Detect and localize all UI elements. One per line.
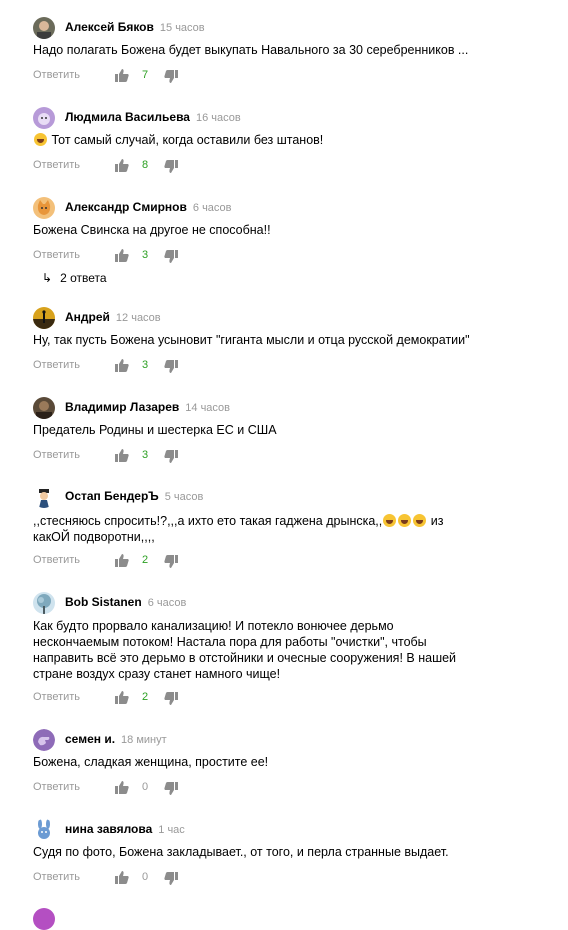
laughing-emoji-icon: [34, 133, 47, 146]
avatar[interactable]: [33, 397, 55, 419]
reply-button[interactable]: Ответить: [33, 871, 80, 883]
sunset-icon: [33, 307, 55, 329]
comment-actions: Ответить 0: [33, 780, 333, 796]
reply-button[interactable]: Ответить: [33, 554, 80, 566]
comment-author[interactable]: Владимир Лазарев 14 часов: [65, 400, 230, 414]
comment-text: Ну, так пусть Божена усыновит "гиганта м…: [33, 333, 470, 347]
avatar[interactable]: [33, 592, 55, 614]
like-count: 7: [142, 69, 149, 81]
thumbs-down-icon[interactable]: [164, 70, 178, 84]
cartoon-purple-icon: [33, 107, 55, 129]
like-count: 3: [142, 249, 149, 261]
thumbs-up-icon[interactable]: [115, 780, 129, 794]
thumbs-down-icon[interactable]: [164, 450, 178, 464]
avatar[interactable]: [33, 17, 55, 39]
comment-time: 6 часов: [147, 597, 187, 609]
like-count: 2: [142, 554, 149, 566]
comment-time: 6 часов: [192, 202, 232, 214]
comment-text: Судя по фото, Божена закладывает., от то…: [33, 845, 449, 859]
comment-author[interactable]: семен и. 18 минут: [65, 732, 167, 746]
avatar[interactable]: [33, 197, 55, 219]
thumbs-up-icon[interactable]: [115, 248, 129, 262]
reply-button[interactable]: Ответить: [33, 691, 80, 703]
like-count: 3: [142, 359, 149, 371]
avatar[interactable]: [33, 486, 55, 508]
hand-icon: [33, 729, 55, 751]
avatar[interactable]: [33, 819, 55, 841]
thumbs-down-icon[interactable]: [164, 692, 178, 706]
thumbs-down-icon[interactable]: [164, 160, 178, 174]
comment-time: 15 часов: [159, 22, 205, 34]
thumbs-down-icon[interactable]: [164, 555, 178, 569]
comment-actions: Ответить 3: [33, 448, 333, 464]
comment-author[interactable]: Алексей Бяков 15 часов: [65, 20, 205, 34]
like-count: 8: [142, 159, 149, 171]
tree-icon: [33, 592, 55, 614]
comment-text: Предатель Родины и шестерка ЕС и США: [33, 423, 277, 437]
reply-button[interactable]: Ответить: [33, 449, 80, 461]
comment-author[interactable]: Людмила Васильева 16 часов: [65, 110, 241, 124]
thumbs-down-icon[interactable]: [164, 250, 178, 264]
photo-man-icon: [33, 17, 55, 39]
reply-button[interactable]: Ответить: [33, 781, 80, 793]
comment-text: Тот самый случай, когда оставили без шта…: [33, 132, 483, 148]
comment-actions: Ответить 7: [33, 68, 333, 84]
comment-author[interactable]: Андрей 12 часов: [65, 310, 161, 324]
comment-author[interactable]: Остап БендерЪ 5 часов: [65, 489, 203, 503]
laughing-emoji-icon: [413, 514, 427, 527]
comment-author[interactable]: Александр Смирнов 6 часов: [65, 200, 232, 214]
thumbs-down-icon[interactable]: [164, 872, 178, 886]
reply-button[interactable]: Ответить: [33, 359, 80, 371]
comment-text: ,,стесняюсь спросить!?,,,а ихто ето така…: [33, 514, 444, 544]
thumbs-down-icon[interactable]: [164, 782, 178, 796]
thumbs-up-icon[interactable]: [115, 158, 129, 172]
thumbs-up-icon[interactable]: [115, 68, 129, 82]
like-count: 0: [142, 871, 149, 883]
thumbs-down-icon[interactable]: [164, 360, 178, 374]
comment-time: 12 часов: [115, 312, 161, 324]
comment-time: 18 минут: [121, 734, 167, 746]
comment-actions: Ответить 0: [33, 870, 333, 886]
avatar[interactable]: [33, 729, 55, 751]
comment-time: 16 часов: [195, 112, 241, 124]
cat-icon: [33, 197, 55, 219]
comment-author[interactable]: Bob Sistanen 6 часов: [65, 595, 186, 609]
like-count: 0: [142, 781, 149, 793]
avatar[interactable]: [33, 107, 55, 129]
thumbs-up-icon[interactable]: [115, 690, 129, 704]
laughing-emoji-icon: [398, 514, 412, 527]
like-count: 3: [142, 449, 149, 461]
comment-actions: Ответить 3: [33, 358, 333, 374]
reply-arrow-icon: ↳: [42, 271, 53, 285]
like-count: 2: [142, 691, 149, 703]
comment-actions: Ответить 3: [33, 248, 333, 264]
comment-text: Как будто прорвало канализацию! И потекл…: [33, 619, 457, 681]
thumbs-up-icon[interactable]: [115, 870, 129, 884]
thumbs-up-icon[interactable]: [115, 448, 129, 462]
reply-button[interactable]: Ответить: [33, 159, 80, 171]
cartoon-man-icon: [33, 486, 55, 508]
laughing-emoji-icon: [383, 514, 397, 527]
show-replies-link[interactable]: ↳ 2 ответа: [42, 271, 107, 285]
comment-author[interactable]: нина завялова 1 час: [65, 822, 185, 836]
comment-text: Божена, сладкая женщина, простите ее!: [33, 755, 269, 769]
comment-actions: Ответить 2: [33, 690, 333, 706]
photo-dark-icon: [33, 397, 55, 419]
thumbs-up-icon[interactable]: [115, 553, 129, 567]
bunny-icon: [33, 819, 55, 841]
reply-button[interactable]: Ответить: [33, 69, 80, 81]
comment-time: 14 часов: [185, 402, 231, 414]
reply-button[interactable]: Ответить: [33, 249, 80, 261]
avatar[interactable]: [33, 908, 55, 930]
avatar[interactable]: [33, 307, 55, 329]
thumbs-up-icon[interactable]: [115, 358, 129, 372]
comment-text: Надо полагать Божена будет выкупать Нава…: [33, 43, 469, 57]
comment-time: 5 часов: [164, 491, 204, 503]
comment-actions: Ответить 8: [33, 158, 333, 174]
comment-text: Божена Свинска на другое не способна!!: [33, 223, 271, 237]
comment-actions: Ответить 2: [33, 553, 333, 569]
comment-time: 1 час: [158, 824, 185, 836]
